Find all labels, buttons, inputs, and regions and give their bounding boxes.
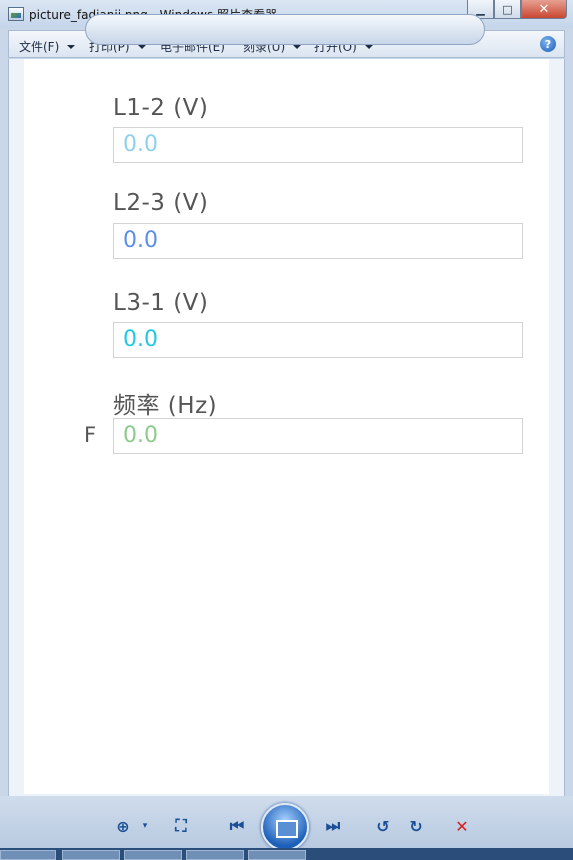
field-label-l1-2: L1-2 (V) xyxy=(113,95,209,121)
window-controls: ▁ □ ✕ xyxy=(467,0,567,19)
taskbar-item[interactable] xyxy=(124,850,182,860)
close-icon: ✕ xyxy=(538,1,550,17)
field-box-l1-2: 0.0 xyxy=(113,127,523,163)
taskbar-item[interactable] xyxy=(62,850,120,860)
next-icon[interactable]: ⏭ xyxy=(322,815,344,837)
chevron-down-icon xyxy=(137,45,146,49)
previous-icon[interactable]: ⏮ xyxy=(226,815,248,837)
zoom-icon[interactable]: ⊕ xyxy=(112,815,134,837)
taskbar-item[interactable] xyxy=(248,850,306,860)
slideshow-button[interactable] xyxy=(261,803,309,851)
maximize-icon: □ xyxy=(502,2,513,16)
field-value-l1-2: 0.0 xyxy=(123,132,158,157)
chevron-down-icon xyxy=(293,45,302,49)
maximize-button[interactable]: □ xyxy=(494,0,521,19)
minimize-icon: ▁ xyxy=(476,2,485,16)
fit-icon[interactable]: ⛶ xyxy=(170,815,192,837)
menu-file[interactable]: 文件(F) xyxy=(19,38,76,55)
field-box-l2-3: 0.0 xyxy=(113,223,523,259)
field-label-frequency: 频率 (Hz) xyxy=(113,393,218,419)
toolbar-pill xyxy=(85,14,485,45)
taskbar-item[interactable] xyxy=(186,850,244,860)
delete-icon[interactable]: ✕ xyxy=(451,815,473,837)
taskbar-start[interactable] xyxy=(0,850,56,860)
field-label-l3-1: L3-1 (V) xyxy=(113,290,209,316)
side-label-f: F xyxy=(84,423,97,447)
displayed-image: L1-2 (V) 0.0 L2-3 (V) 0.0 L3-1 (V) 0.0 频… xyxy=(24,59,549,794)
chevron-down-icon xyxy=(67,45,76,49)
help-icon[interactable]: ? xyxy=(540,36,556,52)
rotate-clockwise-icon[interactable]: ↻ xyxy=(405,815,427,837)
field-label-l2-3: L2-3 (V) xyxy=(113,190,209,216)
photo-viewer-icon xyxy=(8,7,24,21)
rotate-counterclockwise-icon[interactable]: ↺ xyxy=(372,815,394,837)
menu-file-label: 文件(F) xyxy=(19,40,60,54)
field-box-frequency: 0.0 xyxy=(113,418,523,454)
field-box-l3-1: 0.0 xyxy=(113,322,523,358)
field-value-l2-3: 0.0 xyxy=(123,228,158,253)
field-value-frequency: 0.0 xyxy=(123,423,158,448)
field-value-l3-1: 0.0 xyxy=(123,327,158,352)
close-button[interactable]: ✕ xyxy=(521,0,567,19)
chevron-down-icon xyxy=(364,45,373,49)
chevron-down-icon[interactable]: ▾ xyxy=(134,815,156,837)
